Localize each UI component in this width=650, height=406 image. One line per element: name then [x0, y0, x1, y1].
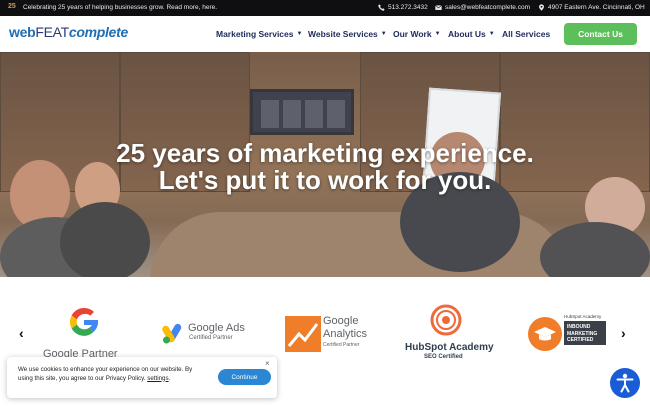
email-address: sales@webfeatcomplete.com: [445, 4, 530, 11]
logo-feat: FEAT: [35, 24, 69, 40]
chevron-down-icon: ▼: [434, 31, 441, 37]
site-logo[interactable]: webFEATcomplete: [9, 24, 128, 40]
hubspot-academy-text: HubSpot Academy: [405, 342, 494, 353]
nav-label: About Us: [448, 29, 486, 39]
inbound-academy-text: HubSpot Academy: [564, 314, 602, 319]
nav-about-us[interactable]: About Us ▼: [448, 29, 495, 39]
hubspot-seo-logo: HubSpot Academy SEO Certified: [405, 304, 494, 362]
analytics-name-text: Analytics: [323, 328, 368, 340]
cookie-settings-link[interactable]: settings: [147, 375, 168, 382]
nav-our-work[interactable]: Our Work ▼: [393, 29, 441, 39]
anniversary-badge: 25: [8, 3, 16, 10]
logo-complete: complete: [68, 24, 128, 40]
google-ads-logo: Google Ads Certified Partner: [162, 320, 252, 346]
nav-label: All Services: [502, 29, 551, 39]
phone-icon: [378, 4, 385, 11]
close-icon[interactable]: ×: [265, 359, 270, 368]
inbound-line-1: INBOUND: [567, 324, 591, 330]
nav-label: Website Services: [308, 29, 378, 39]
address-text: 4907 Eastern Ave. Cincinnati, OH: [548, 4, 645, 11]
chevron-down-icon: ▼: [296, 31, 303, 37]
inbound-certified-plate: INBOUND MARKETING CERTIFIED: [564, 321, 606, 345]
logo-web: web: [9, 24, 36, 40]
google-ads-icon: [162, 323, 182, 344]
carousel-prev-button[interactable]: ‹: [19, 325, 24, 341]
hero-banner: 25 years of marketing experience. Let's …: [0, 52, 650, 277]
address-link[interactable]: 4907 Eastern Ave. Cincinnati, OH: [538, 4, 645, 11]
google-g-icon: [69, 307, 99, 336]
analytics-google-text: Google: [323, 315, 359, 327]
cookie-message: We use cookies to enhance your experienc…: [18, 366, 193, 382]
accessibility-button[interactable]: [610, 368, 640, 398]
nav-label: Marketing Services: [216, 29, 294, 39]
analytics-icon: [285, 316, 321, 352]
google-analytics-logo: Google Analytics Certified Partner: [285, 315, 367, 353]
google-partner-logo: Google Partner: [42, 304, 126, 360]
nav-label: Our Work: [393, 29, 432, 39]
google-ads-text: Google Ads: [188, 322, 245, 334]
analytics-subtext: Certified Partner: [323, 342, 360, 348]
nav-marketing-services[interactable]: Marketing Services ▼: [216, 29, 302, 39]
top-bar: 25 Celebrating 25 years of helping busin…: [0, 0, 650, 16]
site-header: webFEATcomplete Marketing Services ▼ Web…: [0, 16, 650, 52]
nav-website-services[interactable]: Website Services ▼: [308, 29, 387, 39]
contact-us-button[interactable]: Contact Us: [564, 23, 637, 45]
chevron-down-icon: ▼: [380, 31, 387, 37]
promo-link[interactable]: Celebrating 25 years of helping business…: [23, 4, 217, 11]
nav-all-services[interactable]: All Services: [502, 29, 550, 39]
map-pin-icon: [539, 4, 544, 11]
envelope-icon: [435, 5, 442, 10]
inbound-line-2: MARKETING: [567, 330, 598, 337]
hubspot-seo-subtext: SEO Certified: [424, 354, 463, 360]
cookie-continue-button[interactable]: Continue: [218, 369, 271, 385]
google-ads-subtext: Certified Partner: [189, 335, 233, 341]
hero-headline-line-2: Let's put it to work for you.: [158, 165, 492, 195]
phone-link[interactable]: 513.272.3432: [378, 4, 428, 11]
hubspot-inbound-logo: HubSpot Academy INBOUND MARKETING CERTIF…: [528, 314, 608, 353]
carousel-next-button[interactable]: ›: [621, 325, 626, 341]
inbound-line-3: CERTIFIED: [567, 337, 594, 343]
hubspot-badge-icon: [430, 304, 462, 336]
cookie-banner: We use cookies to enhance your experienc…: [7, 357, 277, 398]
graduation-cap-icon: [528, 317, 562, 351]
chevron-down-icon: ▼: [488, 31, 495, 37]
accessibility-icon: [616, 373, 634, 393]
email-link[interactable]: sales@webfeatcomplete.com: [435, 4, 530, 11]
phone-number: 513.272.3432: [388, 4, 428, 11]
